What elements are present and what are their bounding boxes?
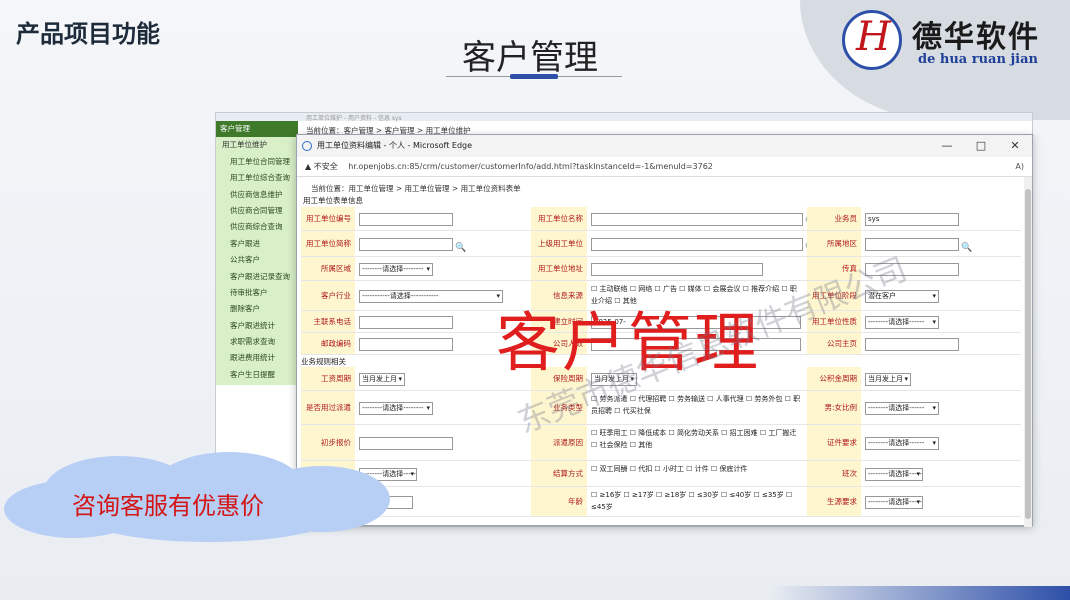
maximize-button[interactable]: □ <box>964 135 998 157</box>
sidebar-item[interactable]: 删除客户 <box>216 301 298 317</box>
logo-english-name: de hua ruan jian <box>918 52 1038 67</box>
field-label: 是否用过派遣 <box>301 391 355 424</box>
sidebar-item[interactable]: 跟进费用统计 <box>216 350 298 366</box>
sidebar-item[interactable]: 客户生日提醒 <box>216 367 298 383</box>
field-label: 公司主页 <box>807 333 861 354</box>
field-label: 客户行业 <box>301 281 355 310</box>
select-field[interactable]: --------请选择------ <box>865 467 923 481</box>
text-field[interactable]: sys <box>865 212 959 226</box>
text-field[interactable] <box>591 262 763 276</box>
search-icon[interactable]: 🔍 <box>961 243 972 253</box>
text-field[interactable] <box>865 337 959 351</box>
company-logo: H 德华软件 de hua ruan jian <box>838 6 1052 72</box>
form-row: 人数年龄☐ ≥16岁 ☐ ≥17岁 ☐ ≥18岁 ☐ ≤30岁 ☐ ≤40岁 ☐… <box>301 487 1021 517</box>
sidebar-item[interactable]: 客户跟进记录查询 <box>216 269 298 285</box>
slide-heading: 产品项目功能 <box>16 20 160 48</box>
select-field[interactable]: --------请选择------ <box>865 436 939 450</box>
sidebar-item[interactable]: 求职需求查询 <box>216 334 298 350</box>
edge-window-title: 用工单位资料编辑 - 个人 - Microsoft Edge <box>317 141 473 150</box>
search-icon[interactable]: 🔍 <box>455 243 466 253</box>
form-breadcrumb: 当前位置：用工单位管理 > 用工单位管理 > 用工单位资料表单 <box>311 184 521 193</box>
sidebar-item[interactable]: 用工单位综合查询 <box>216 170 298 186</box>
sidebar-item[interactable]: 供应商信息维护 <box>216 187 298 203</box>
select-field[interactable]: --------请选择-------- <box>359 262 433 276</box>
edge-browser-icon <box>302 141 312 151</box>
select-field[interactable]: --------请选择------ <box>865 401 939 415</box>
url-text[interactable]: hr.openjobs.cn:85/crm/customer/customerI… <box>348 162 713 171</box>
insecure-warning-icon[interactable]: ▲ 不安全 <box>305 162 338 171</box>
form-section-title: 用工单位表单信息 <box>303 196 363 205</box>
text-field[interactable] <box>359 337 453 351</box>
select-field[interactable]: 当月发上月 <box>865 372 911 386</box>
checkbox-group[interactable]: ☐ 旺季用工 ☐ 降低成本 ☐ 简化劳动关系 ☐ 招工困难 ☐ 工厂搬迁 ☐ 社… <box>591 427 801 451</box>
field-label: 工资周期 <box>301 367 355 390</box>
scrollbar[interactable] <box>1024 177 1032 527</box>
edge-titlebar: 用工单位资料编辑 - 个人 - Microsoft Edge — □ ✕ <box>297 135 1032 157</box>
checkbox-group[interactable]: ☐ 双工同酬 ☐ 代扣 ☐ 小时工 ☐ 计件 ☐ 保底计件 <box>591 463 801 475</box>
close-button[interactable]: ✕ <box>998 135 1032 157</box>
form-row: 是否用过派遣--------请选择--------业务类型☐ 劳务派遣 ☐ 代理… <box>301 391 1021 425</box>
field-label: 证件要求 <box>807 425 861 460</box>
text-field[interactable] <box>591 237 803 251</box>
field-label: 邮政编码 <box>301 333 355 354</box>
sidebar-item[interactable]: 客户跟进统计 <box>216 318 298 334</box>
select-field[interactable]: 当月发上月 <box>359 372 405 386</box>
select-field[interactable]: --------请选择-------- <box>359 401 433 415</box>
text-field[interactable] <box>359 436 453 450</box>
field-label: 公积金周期 <box>807 367 861 390</box>
address-bar[interactable]: ▲ 不安全 hr.openjobs.cn:85/crm/customer/cus… <box>297 157 1032 177</box>
select-field[interactable]: -----------请选择----------- <box>359 289 503 303</box>
sidebar-item[interactable]: 客户跟进 <box>216 236 298 252</box>
read-aloud-icon[interactable]: A) <box>1015 157 1024 177</box>
logo-chinese-name: 德华软件 <box>912 20 1040 55</box>
field-label: 上级用工单位 <box>531 231 587 256</box>
sidebar-item[interactable]: 用工单位合同管理 <box>216 154 298 170</box>
text-field[interactable] <box>359 237 453 251</box>
logo-letter: H <box>856 14 891 60</box>
field-label: 所属地区 <box>807 231 861 256</box>
field-label: 用工单位简称 <box>301 231 355 256</box>
field-label: 生源要求 <box>807 487 861 516</box>
form-section-title-rules: 业务规则相关 <box>301 357 346 366</box>
promo-text: 咨询客服有优惠价 <box>72 492 264 520</box>
text-field[interactable] <box>359 315 453 329</box>
back-window-topbar: 用工单位维护 - 用户资料 - 信息 sys <box>216 113 1032 122</box>
field-label: 年龄 <box>531 487 587 516</box>
text-field[interactable] <box>865 237 959 251</box>
form-row: 用工单位简称🔍上级用工单位🔍所属地区🔍 <box>301 231 1021 257</box>
field-label: 用工单位编号 <box>301 207 355 230</box>
text-field[interactable] <box>591 212 803 226</box>
field-label: 所属区域 <box>301 257 355 280</box>
form-row: 所属区域--------请选择--------用工单位地址传真 <box>301 257 1021 281</box>
field-label: 用工单位地址 <box>531 257 587 280</box>
checkbox-group[interactable]: ☐ ≥16岁 ☐ ≥17岁 ☐ ≥18岁 ☐ ≤30岁 ☐ ≤40岁 ☐ ≤35… <box>591 489 801 513</box>
sidebar-item[interactable]: 待审批客户 <box>216 285 298 301</box>
form-row: 初步报价 派遣原因 ☐ 旺季用工 ☐ 降低成本 ☐ 简化劳动关系 ☐ 招工困难 ☐ … <box>301 425 1021 461</box>
form-row: 结算方式--------请选择------结算方式☐ 双工同酬 ☐ 代扣 ☐ 小… <box>301 461 1021 487</box>
corner-accent <box>770 586 1070 600</box>
select-field[interactable]: --------请选择------ <box>865 315 939 329</box>
minimize-button[interactable]: — <box>930 135 964 157</box>
sidebar-item[interactable]: 用工单位维护 <box>216 137 298 153</box>
field-label: 主联系电话 <box>301 311 355 332</box>
sidebar-item[interactable]: 客户管理 <box>216 121 298 138</box>
field-label: 男:女比例 <box>807 391 861 424</box>
field-label: 用工单位名称 <box>531 207 587 230</box>
field-label: 结算方式 <box>531 461 587 486</box>
slide-title: 客户管理 <box>462 38 598 78</box>
crm-sidebar: 客户管理 用工单位维护 用工单位合同管理 用工单位综合查询 供应商信息维护 供应商合同管理… <box>216 121 298 385</box>
title-accent <box>510 74 558 79</box>
sidebar-item[interactable]: 供应商合同管理 <box>216 203 298 219</box>
scrollbar-thumb[interactable] <box>1025 189 1031 519</box>
form-row: 用工单位编号用工单位名称🔍业务员sys <box>301 207 1021 231</box>
sidebar-item[interactable]: 公共客户 <box>216 252 298 268</box>
field-label: 班次 <box>807 461 861 486</box>
sidebar-item[interactable]: 供应商综合查询 <box>216 219 298 235</box>
field-label: 业务员 <box>807 207 861 230</box>
text-field[interactable] <box>359 212 453 226</box>
select-field[interactable]: --------请选择------ <box>865 495 923 509</box>
